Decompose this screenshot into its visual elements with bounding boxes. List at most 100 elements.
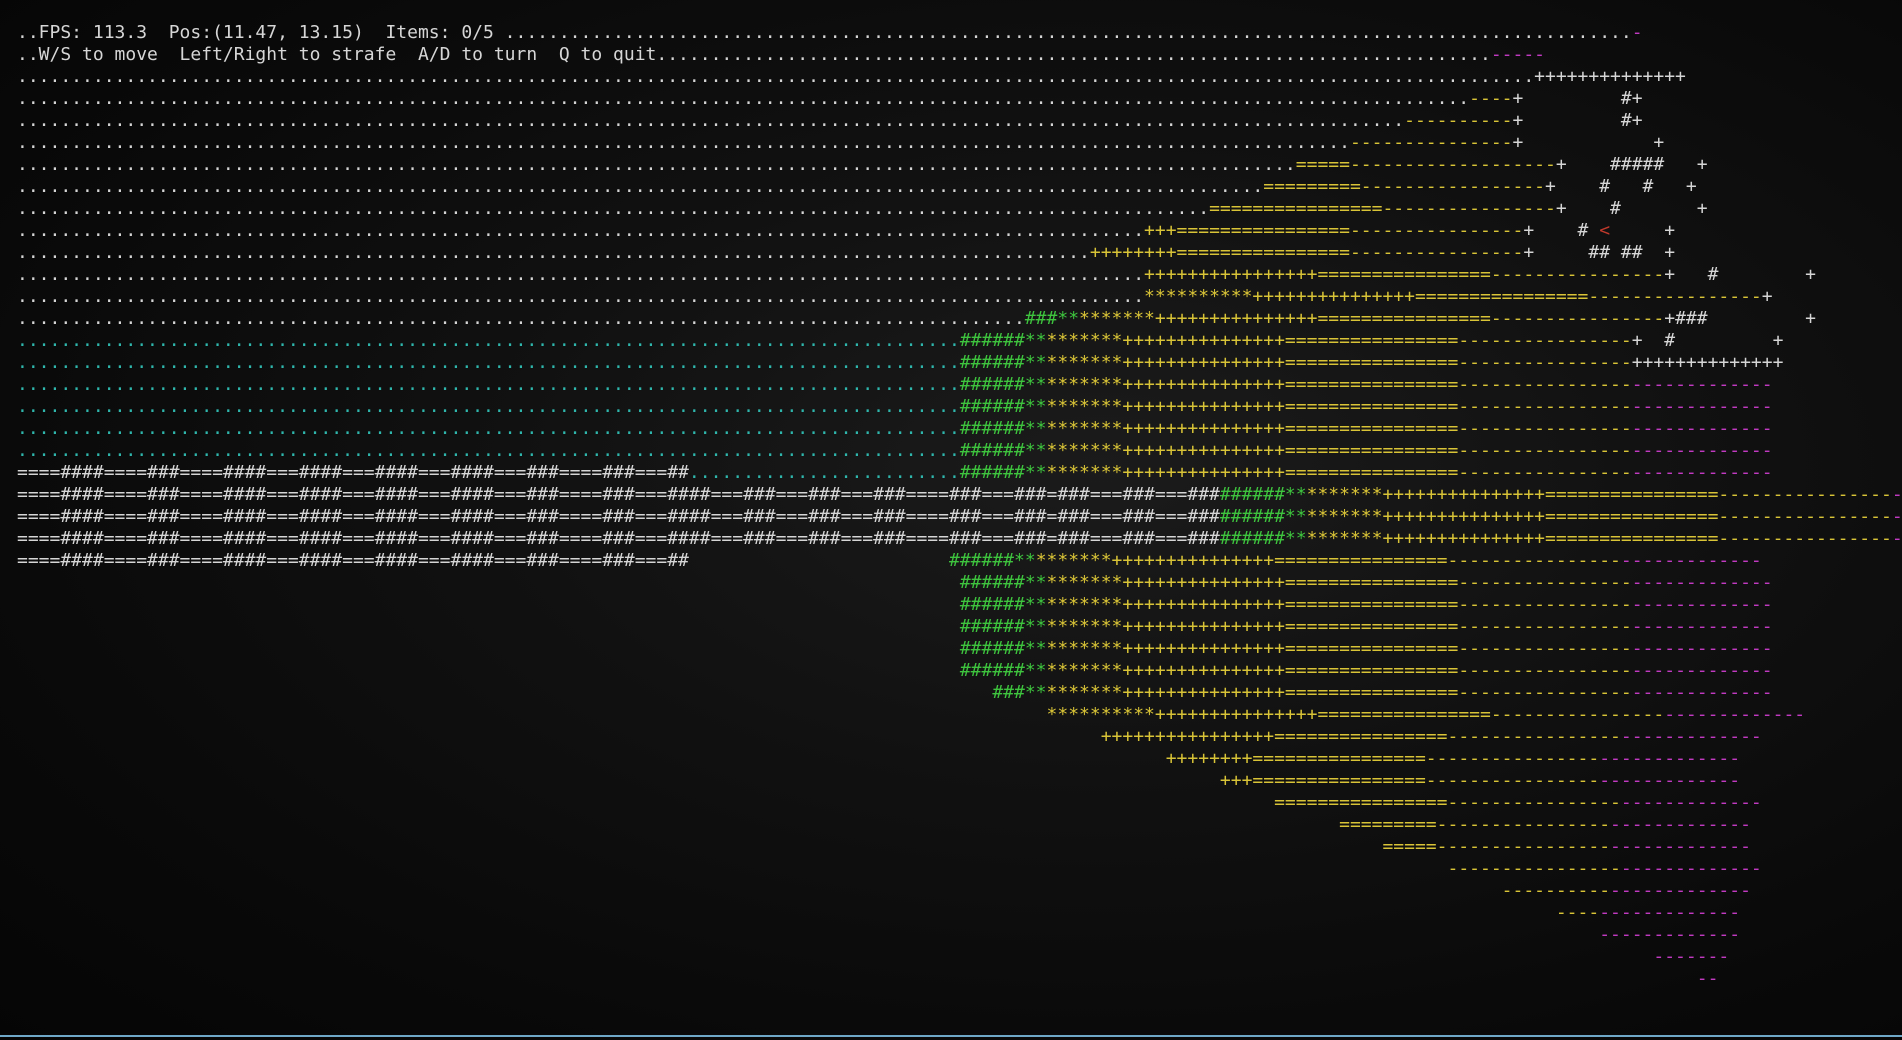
render-segment: ------- xyxy=(1653,946,1730,967)
render-segment: *******+++++++++++++++================--… xyxy=(1046,418,1632,439)
render-segment: ######** xyxy=(959,396,1047,417)
render-segment: *******+++++++++++++++================--… xyxy=(1046,572,1632,593)
render-segment xyxy=(17,638,960,659)
render-segment: + # # + xyxy=(1545,176,1697,197)
hud-help-line: ..W/S to move Left/Right to strafe A/D t… xyxy=(17,44,1902,66)
render-segment: < xyxy=(1599,220,1611,241)
render-segment: *******+++++++++++++++================--… xyxy=(1046,330,1632,351)
render-segment xyxy=(17,924,1599,945)
render-row: ........................................… xyxy=(17,220,1902,242)
render-row: ........................................… xyxy=(17,264,1902,286)
render-segment: *******+++++++++++++++================--… xyxy=(1046,352,1632,373)
render-segment: ------------- xyxy=(1631,396,1773,417)
render-segment: ..FPS: 113.3 Pos:(11.47, 13.15) Items: 0… xyxy=(17,22,1632,43)
render-segment: **********+++++++++++++++===============… xyxy=(1046,704,1665,725)
render-segment: *******+++++++++++++++================--… xyxy=(1046,638,1632,659)
render-segment: ........................................… xyxy=(17,418,960,439)
render-segment xyxy=(17,682,992,703)
render-segment: ------------- xyxy=(1631,638,1773,659)
render-segment: ------------- xyxy=(1891,528,1902,549)
render-segment: ------------- xyxy=(1620,726,1762,747)
render-row: ######*********+++++++++++++++==========… xyxy=(17,660,1902,682)
render-segment: + ## ## + xyxy=(1523,242,1676,263)
render-segment: ###** xyxy=(992,682,1047,703)
render-segment xyxy=(17,748,1166,769)
render-row: ........................................… xyxy=(17,132,1902,154)
render-segment: ------------- xyxy=(1631,660,1773,681)
render-row: ........................................… xyxy=(17,110,1902,132)
render-row: ================------------------------… xyxy=(17,792,1902,814)
render-row: ----------------------------- xyxy=(17,858,1902,880)
render-segment: ........................................… xyxy=(17,198,1210,219)
render-segment: ------------- xyxy=(1631,418,1773,439)
render-segment: ######** xyxy=(959,352,1047,373)
render-segment: *******+++++++++++++++================--… xyxy=(1306,506,1892,527)
render-segment: + #+ xyxy=(1512,110,1643,131)
hud-status-line: ..FPS: 113.3 Pos:(11.47, 13.15) Items: 0… xyxy=(17,22,1902,44)
render-row: ######*********+++++++++++++++==========… xyxy=(17,616,1902,638)
render-segment: ++++++++================---------------- xyxy=(1165,748,1600,769)
render-segment: ---------- xyxy=(1501,880,1611,901)
render-segment: ++++++++================---------------- xyxy=(1089,242,1524,263)
render-segment: ------------- xyxy=(1599,748,1741,769)
render-segment: ++++++++++++++++================--------… xyxy=(1100,726,1621,747)
render-segment: ######** xyxy=(1219,506,1307,527)
render-segment: ---- xyxy=(1555,902,1600,923)
render-segment: *******+++++++++++++++================--… xyxy=(1046,616,1632,637)
render-segment: *******+++++++++++++++================--… xyxy=(1046,374,1632,395)
render-segment: *******+++++++++++++++================--… xyxy=(1035,550,1621,571)
render-row: ====####====###====####===####===####===… xyxy=(17,550,1902,572)
render-segment: ######** xyxy=(959,638,1047,659)
render-segment: ######** xyxy=(959,440,1047,461)
render-segment: + # + xyxy=(1631,330,1784,351)
render-segment xyxy=(17,946,1653,967)
render-segment xyxy=(17,660,960,681)
render-segment: ######** xyxy=(959,418,1047,439)
render-row: ........................................… xyxy=(17,286,1902,308)
render-segment: ..W/S to move Left/Right to strafe A/D t… xyxy=(17,44,1491,65)
render-segment: +### + xyxy=(1664,308,1816,329)
terminal-bottom-border xyxy=(0,1035,1902,1037)
game-screen[interactable]: ..FPS: 113.3 Pos:(11.47, 13.15) Items: 0… xyxy=(17,22,1902,990)
render-row: ........................................… xyxy=(17,418,1902,440)
render-segment: + # + xyxy=(1555,198,1708,219)
render-segment: ........................................… xyxy=(17,308,1025,329)
render-segment: ----- xyxy=(1490,44,1546,65)
render-segment: ------------- xyxy=(1599,924,1741,945)
render-segment: *******+++++++++++++++================--… xyxy=(1046,594,1632,615)
render-row: ====####====###====####===####===####===… xyxy=(17,462,1902,484)
render-row: ------------- xyxy=(17,924,1902,946)
render-row: ++++++++++++++++================--------… xyxy=(17,726,1902,748)
render-row: ====####====###====####===####===####===… xyxy=(17,484,1902,506)
render-segment: --------------- xyxy=(1349,132,1513,153)
render-segment xyxy=(17,880,1502,901)
render-segment: *******+++++++++++++++================--… xyxy=(1046,396,1632,417)
render-row: **********+++++++++++++++===============… xyxy=(17,704,1902,726)
render-segment: ........................................… xyxy=(17,374,960,395)
render-segment: ........................................… xyxy=(17,220,1145,241)
render-row: ====####====###====####===####===####===… xyxy=(17,528,1902,550)
render-segment: ........................................… xyxy=(17,286,1145,307)
render-segment: + + xyxy=(1512,132,1665,153)
render-segment: ------------- xyxy=(1664,704,1806,725)
render-row: =========----------------------------- xyxy=(17,814,1902,836)
render-row: ----------------------- xyxy=(17,880,1902,902)
render-segment: ........................................… xyxy=(17,264,1145,285)
render-segment xyxy=(17,726,1101,747)
render-segment: *******+++++++++++++++================--… xyxy=(1046,440,1632,461)
render-segment: =====---------------- xyxy=(1382,836,1611,857)
render-segment: ------------- xyxy=(1610,814,1751,835)
render-segment: ====####====###====####===####===####===… xyxy=(17,528,1220,549)
render-segment: ######** xyxy=(959,462,1047,483)
render-row: ######*********+++++++++++++++==========… xyxy=(17,572,1902,594)
render-segment: +++================---------------- xyxy=(1219,770,1600,791)
render-segment: ######** xyxy=(959,594,1047,615)
render-segment: ........................................… xyxy=(17,132,1350,153)
render-segment: ######** xyxy=(959,660,1047,681)
render-segment xyxy=(17,572,960,593)
render-segment xyxy=(17,770,1220,791)
render-segment: ================---------------- xyxy=(1274,792,1621,813)
render-segment: ------------- xyxy=(1610,880,1751,901)
render-row: ###*********+++++++++++++++=============… xyxy=(17,682,1902,704)
render-row: ........................................… xyxy=(17,242,1902,264)
